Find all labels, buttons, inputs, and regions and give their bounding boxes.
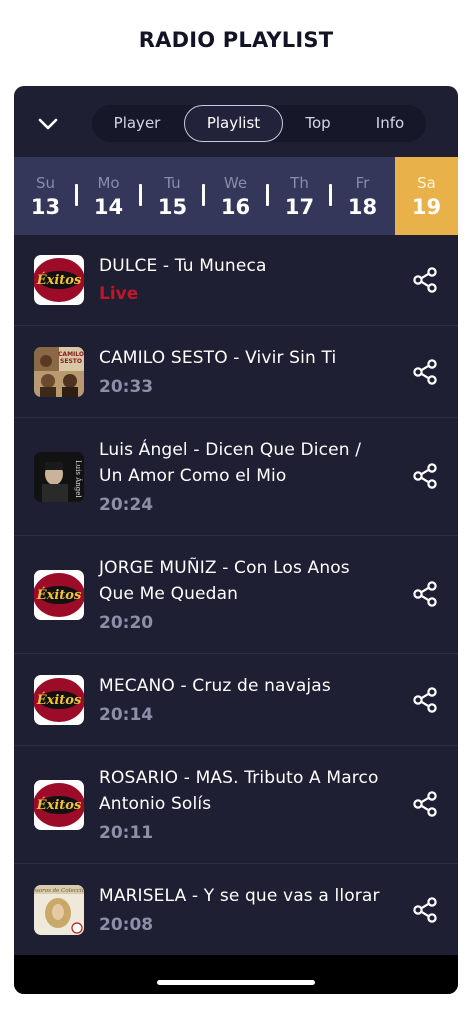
share-icon[interactable] [412, 359, 438, 385]
tab-top[interactable]: Top [292, 105, 344, 142]
day-selector: Su 13 Mo 14 Tu 15 We 16 Th 17 Fr 18 Sa 1… [14, 157, 458, 235]
day-name: We [223, 174, 248, 192]
track-title: JORGE MUÑIZ - Con Los Anos Que Me Quedan [99, 558, 350, 604]
svg-text:Éxitos: Éxitos [36, 797, 82, 813]
list-item[interactable]: Luis Ángel Luis Ángel - Dicen Que Dicen … [14, 418, 458, 536]
track-title: CAMILO SESTO - Vivir Sin Ti [99, 348, 337, 368]
chevron-down-icon [38, 118, 58, 130]
list-item[interactable]: Éxitos ROSARIO - MAS. Tributo A Marco An… [14, 746, 458, 864]
list-item[interactable]: Éxitos JORGE MUÑIZ - Con Los Anos Que Me… [14, 536, 458, 654]
day-monday[interactable]: Mo 14 [77, 157, 140, 235]
station-logo: Éxitos [34, 570, 84, 620]
day-number: 18 [347, 195, 378, 219]
day-sunday[interactable]: Su 13 [14, 157, 77, 235]
list-item[interactable]: Éxitos MECANO - Cruz de navajas 20:14 [14, 654, 458, 746]
track-time: 20:08 [99, 915, 154, 935]
day-friday[interactable]: Fr 18 [331, 157, 394, 235]
track-title: ROSARIO - MAS. Tributo A Marco Antonio S… [99, 768, 379, 814]
svg-text:SESTO: SESTO [60, 358, 82, 365]
track-title: Luis Ángel - Dicen Que Dicen / Un Amor C… [99, 440, 362, 486]
bottom-bar [14, 955, 458, 994]
day-name: Fr [355, 174, 370, 192]
track-status: Live [99, 284, 139, 304]
playlist-panel: Player Playlist Top Info Su 13 Mo 14 Tu … [14, 86, 458, 994]
track-time: 20:11 [99, 823, 154, 843]
day-name: Tu [164, 174, 181, 192]
day-name: Th [290, 174, 309, 192]
tab-playlist[interactable]: Playlist [184, 105, 283, 142]
day-wednesday[interactable]: We 16 [204, 157, 267, 235]
day-thursday[interactable]: Th 17 [268, 157, 331, 235]
day-number: 15 [157, 195, 188, 219]
day-tuesday[interactable]: Tu 15 [141, 157, 204, 235]
day-name: Su [35, 174, 56, 192]
track-time: 20:33 [99, 377, 154, 397]
share-icon[interactable] [412, 687, 438, 713]
svg-text:CAMILO: CAMILO [58, 351, 84, 358]
track-title: DULCE - Tu Muneca [99, 256, 267, 276]
day-saturday[interactable]: Sa 19 [395, 157, 458, 235]
list-item[interactable]: Tesoros de Colección MARISELA - Y se que… [14, 864, 458, 954]
day-number: 16 [220, 195, 251, 219]
share-icon[interactable] [412, 581, 438, 607]
day-number: 13 [30, 195, 61, 219]
album-cover: Luis Ángel [34, 452, 84, 502]
station-logo: Éxitos [34, 780, 84, 830]
share-icon[interactable] [412, 463, 438, 489]
station-logo-text: Éxitos [36, 272, 82, 288]
track-title: MARISELA - Y se que vas a llorar [99, 886, 380, 906]
tab-info[interactable]: Info [362, 105, 418, 142]
share-icon[interactable] [412, 897, 438, 923]
day-name: Mo [97, 174, 120, 192]
day-name: Sa [417, 174, 436, 192]
tab-bar: Player Playlist Top Info [92, 105, 426, 142]
share-icon[interactable] [412, 791, 438, 817]
list-item[interactable]: CAMILO SESTO CAMILO SESTO - Vivir Sin Ti… [14, 326, 458, 418]
svg-text:Éxitos: Éxitos [36, 692, 82, 708]
tab-player[interactable]: Player [96, 105, 178, 142]
list-item[interactable]: Éxitos DULCE - Tu Muneca Live [14, 235, 458, 326]
share-icon[interactable] [412, 267, 438, 293]
track-time: 20:20 [99, 613, 154, 633]
track-time: 20:24 [99, 495, 154, 515]
day-number: 17 [284, 195, 315, 219]
home-indicator[interactable] [157, 980, 315, 985]
top-bar: Player Playlist Top Info [14, 86, 458, 157]
station-logo: Éxitos [34, 255, 84, 305]
day-number: 19 [411, 195, 442, 219]
collapse-button[interactable] [34, 110, 62, 138]
svg-text:Tesoros de Colección: Tesoros de Colección [34, 887, 84, 894]
track-title: MECANO - Cruz de navajas [99, 676, 331, 696]
page-title: RADIO PLAYLIST [138, 28, 334, 52]
station-logo: Éxitos [34, 675, 84, 725]
svg-text:Éxitos: Éxitos [36, 587, 82, 603]
track-time: 20:14 [99, 705, 154, 725]
day-number: 14 [93, 195, 124, 219]
album-cover: Tesoros de Colección [34, 885, 84, 935]
album-cover: CAMILO SESTO [34, 347, 84, 397]
svg-text:Luis Ángel: Luis Ángel [74, 460, 83, 498]
